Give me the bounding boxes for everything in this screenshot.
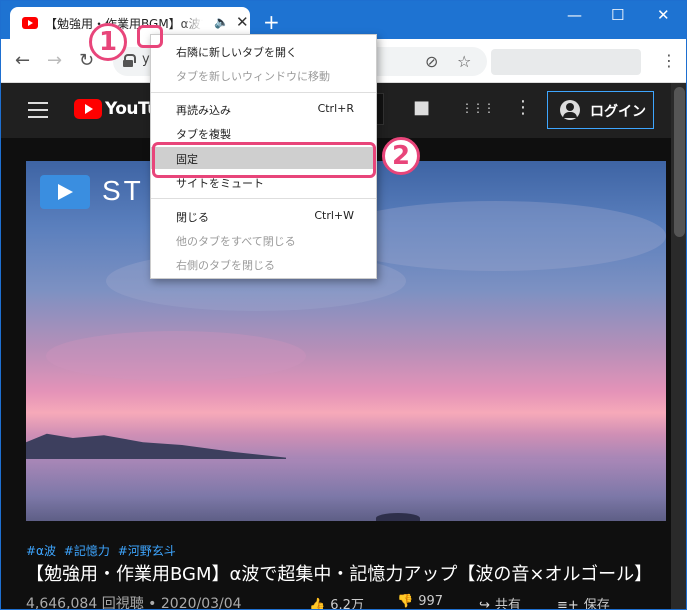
extensions-area bbox=[491, 49, 641, 75]
hashtag-list: #α波 #記憶力 #河野玄斗 bbox=[26, 542, 180, 559]
menu-item-label: 閉じる bbox=[176, 211, 209, 224]
menu-separator bbox=[151, 198, 376, 199]
channel-logo-text: ST bbox=[102, 175, 144, 206]
distant-land bbox=[26, 433, 286, 459]
login-button[interactable]: ログイン bbox=[547, 91, 654, 129]
tab-close-icon[interactable]: ✕ bbox=[236, 13, 249, 31]
menu-item-shortcut: Ctrl+R bbox=[317, 102, 354, 115]
hashtag-link[interactable]: #河野玄斗 bbox=[118, 544, 176, 558]
add-to-playlist-icon: ≡+ bbox=[557, 598, 579, 610]
browser-menu-icon[interactable]: ⋮ bbox=[661, 51, 677, 70]
menu-item-label: タブを複製 bbox=[176, 128, 231, 141]
menu-item-shortcut: Ctrl+W bbox=[314, 209, 354, 222]
menu-item-label: 右側のタブを閉じる bbox=[176, 259, 275, 272]
login-label: ログイン bbox=[590, 104, 646, 120]
apps-grid-icon[interactable]: ⋮⋮⋮ bbox=[461, 101, 495, 115]
menu-item-label: 他のタブをすべて閉じる bbox=[176, 235, 296, 248]
menu-item-close[interactable]: 閉じる Ctrl+W bbox=[151, 205, 376, 227]
minimize-button[interactable]: — bbox=[567, 6, 582, 24]
menu-item-label: タブを新しいウィンドウに移動 bbox=[176, 70, 330, 83]
settings-more-icon[interactable]: ⋮ bbox=[514, 97, 532, 118]
share-button[interactable]: ↪ 共有 bbox=[479, 594, 521, 610]
menu-item-close-others[interactable]: 他のタブをすべて閉じる bbox=[151, 229, 376, 251]
back-arrow-icon[interactable]: ← bbox=[15, 50, 30, 71]
step1-highlight-box bbox=[137, 25, 163, 48]
scrollbar-thumb[interactable] bbox=[674, 87, 685, 237]
hashtag-link[interactable]: #α波 bbox=[26, 544, 56, 558]
url-text: y bbox=[142, 52, 150, 67]
new-tab-button[interactable]: + bbox=[263, 12, 280, 32]
menu-item-duplicate[interactable]: タブを複製 bbox=[151, 122, 376, 144]
menu-item-move-to-new-window[interactable]: タブを新しいウィンドウに移動 bbox=[151, 64, 376, 86]
maximize-button[interactable]: ☐ bbox=[611, 6, 624, 24]
share-label: 共有 bbox=[494, 598, 521, 610]
lock-icon bbox=[123, 54, 136, 67]
menu-item-reload[interactable]: 再読み込み Ctrl+R bbox=[151, 98, 376, 120]
separator: • bbox=[148, 596, 157, 610]
create-video-icon[interactable]: ■ bbox=[413, 97, 430, 118]
video-stats: 4,646,084 回視聴 • 2020/03/04 bbox=[26, 593, 242, 610]
rock bbox=[376, 513, 420, 521]
youtube-favicon-icon bbox=[22, 17, 38, 29]
view-count: 4,646,084 回視聴 bbox=[26, 596, 144, 610]
bookmark-star-icon[interactable]: ☆ bbox=[457, 52, 471, 71]
menu-item-label: 右隣に新しいタブを開く bbox=[176, 46, 297, 59]
forward-arrow-icon[interactable]: → bbox=[47, 50, 62, 71]
step1-number-badge: 1 bbox=[89, 23, 127, 61]
dislike-button[interactable]: 👎 997 bbox=[397, 594, 443, 609]
channel-logo-icon bbox=[40, 175, 90, 209]
hashtag-link[interactable]: #記憶力 bbox=[64, 544, 110, 558]
thumbs-up-icon: 👍 bbox=[309, 598, 326, 610]
dislike-count: 997 bbox=[418, 594, 444, 609]
page-scrollbar[interactable] bbox=[671, 83, 686, 609]
eye-off-icon[interactable]: ⊘ bbox=[425, 52, 438, 71]
youtube-logo-icon[interactable] bbox=[74, 99, 102, 119]
menu-item-new-tab-right[interactable]: 右隣に新しいタブを開く bbox=[151, 40, 376, 62]
hamburger-menu-icon[interactable] bbox=[28, 102, 48, 118]
like-button[interactable]: 👍 6.2万 bbox=[309, 594, 364, 610]
like-count: 6.2万 bbox=[330, 598, 364, 610]
menu-item-label: 再読み込み bbox=[176, 104, 231, 117]
speaker-icon[interactable]: 🔈 bbox=[214, 15, 229, 29]
account-icon bbox=[560, 100, 580, 120]
cloud-shape bbox=[326, 201, 666, 271]
close-window-button[interactable]: ✕ bbox=[657, 6, 670, 24]
share-icon: ↪ bbox=[479, 598, 490, 610]
step2-highlight-box bbox=[152, 142, 376, 178]
sea bbox=[26, 459, 666, 521]
cloud-shape bbox=[46, 331, 306, 381]
browser-window: 【勉強用・作業用BGM】α波で超集中・記憶力アップ【波の音×オルゴール】 🔈 ✕… bbox=[0, 0, 687, 610]
upload-date: 2020/03/04 bbox=[160, 596, 242, 610]
step2-number-badge: 2 bbox=[382, 137, 420, 175]
video-title: 【勉強用・作業用BGM】α波で超集中・記憶力アップ【波の音×オルゴール】 bbox=[26, 564, 653, 585]
save-label: 保存 bbox=[583, 598, 610, 610]
tab-title: 【勉強用・作業用BGM】α波で超集中・記憶力アップ【波の音×オルゴール】 bbox=[45, 15, 203, 32]
thumbs-down-icon: 👎 bbox=[397, 594, 414, 609]
menu-separator bbox=[151, 92, 376, 93]
save-button[interactable]: ≡+ 保存 bbox=[557, 594, 610, 610]
menu-item-close-right[interactable]: 右側のタブを閉じる bbox=[151, 253, 376, 275]
